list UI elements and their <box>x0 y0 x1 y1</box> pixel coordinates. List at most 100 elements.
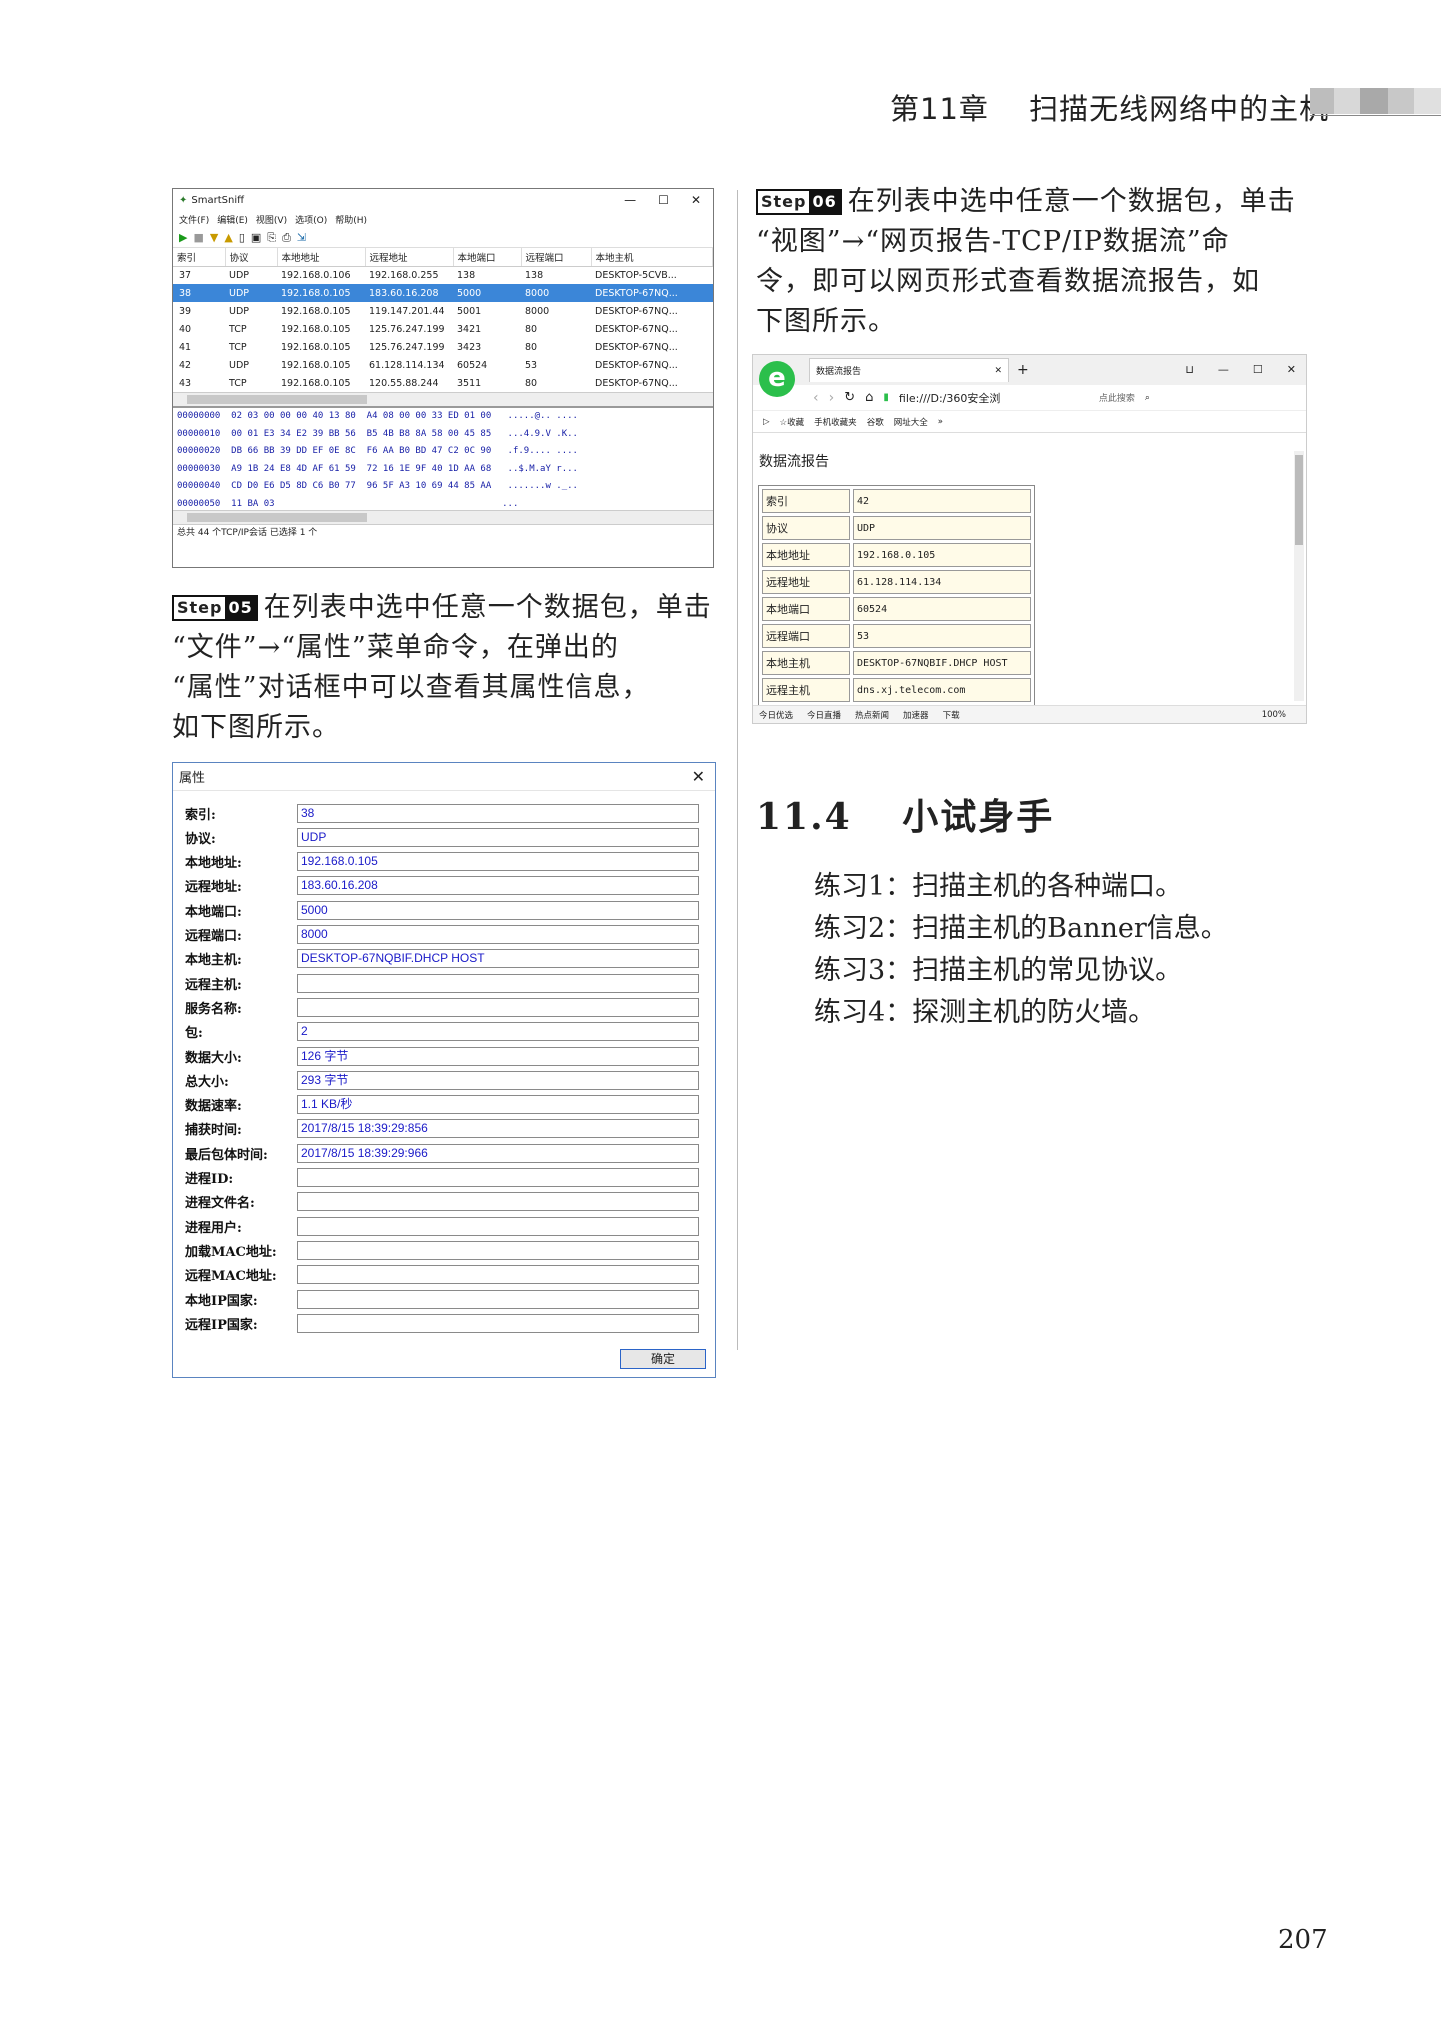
maximize-button[interactable]: ☐ <box>1253 363 1263 376</box>
horizontal-scrollbar[interactable] <box>173 392 713 406</box>
property-label: 本地端口: <box>185 904 242 920</box>
table-row[interactable]: 42 UDP 192.168.0.105 61.128.114.134 60524 53 D… <box>173 356 713 374</box>
report-row: 本地端口 60524 <box>762 597 1031 621</box>
property-value[interactable]: 1.1 KB/秒 <box>297 1095 699 1115</box>
favorites-more-icon[interactable]: » <box>938 417 943 427</box>
property-value[interactable]: 192.168.0.105 <box>297 852 699 872</box>
table-row[interactable]: 43 TCP 192.168.0.105 120.55.88.244 3511 80 DES… <box>173 374 713 392</box>
column-header[interactable]: 远程端口 <box>521 248 592 267</box>
minimize-button[interactable]: — <box>1218 363 1229 376</box>
table-row[interactable]: 41 TCP 192.168.0.105 125.76.247.199 3423 80 DE… <box>173 338 713 356</box>
search-icon[interactable]: ⌕ <box>1145 393 1150 403</box>
menu-edit[interactable]: 编辑(E) <box>217 213 248 226</box>
search-input[interactable]: 点此搜索 <box>1099 391 1135 404</box>
status-item[interactable]: 今日直播 <box>807 709 841 721</box>
new-icon[interactable]: ▯ <box>239 231 245 244</box>
vertical-scrollbar[interactable] <box>1294 451 1304 701</box>
table-row[interactable]: 39 UDP 192.168.0.105 119.147.201.44 5001 8000… <box>173 302 713 320</box>
report-row: 索引 42 <box>762 489 1031 513</box>
property-value[interactable]: 126 字节 <box>297 1046 699 1066</box>
properties-icon[interactable]: ⎙ <box>282 231 291 245</box>
stop-capture-icon[interactable]: ■ <box>193 231 203 244</box>
header-bar-segment <box>1360 88 1388 114</box>
column-header[interactable]: 本地地址 <box>277 248 366 267</box>
menu-file[interactable]: 文件(F) <box>179 213 209 226</box>
favorite-item[interactable]: 谷歌 <box>867 416 884 428</box>
zoom-level[interactable]: 100% <box>1262 710 1286 720</box>
property-value[interactable] <box>297 1192 699 1212</box>
new-tab-icon[interactable]: + <box>1017 362 1029 378</box>
scroll-thumb[interactable] <box>187 395 367 404</box>
column-header[interactable]: 本地主机 <box>591 248 713 267</box>
favorites-toggle-icon[interactable]: ▷ <box>763 417 770 427</box>
property-value[interactable] <box>297 1289 699 1309</box>
table-row[interactable]: 40 TCP 192.168.0.105 125.76.247.199 3421 80 DE… <box>173 320 713 338</box>
property-value[interactable] <box>297 1240 699 1260</box>
minimize-button[interactable]: — <box>624 193 636 207</box>
status-item[interactable]: 下载 <box>943 709 960 721</box>
reload-icon[interactable]: ↻ <box>844 390 855 405</box>
table-cell: DESKTOP-67NQ... <box>595 323 678 335</box>
maximize-button[interactable]: ☐ <box>658 193 669 207</box>
property-value[interactable] <box>297 973 699 993</box>
copy-icon[interactable]: ⎘ <box>267 231 276 245</box>
horizontal-scrollbar[interactable] <box>173 510 713 524</box>
status-item[interactable]: 加速器 <box>903 709 929 721</box>
favorite-item[interactable]: ☆收藏 <box>780 416 805 428</box>
smartsniff-titlebar: ✦ SmartSniff — ☐ ✕ <box>173 189 713 211</box>
column-header[interactable]: 本地端口 <box>453 248 522 267</box>
table-cell: DESKTOP-67NQ... <box>595 341 678 353</box>
property-value[interactable] <box>297 1216 699 1236</box>
export-icon[interactable]: ⇲ <box>297 231 306 244</box>
table-row[interactable]: 38 UDP 192.168.0.105 183.60.16.208 5000 8000 D… <box>173 284 713 302</box>
menu-options[interactable]: 选项(O) <box>295 213 327 226</box>
status-item[interactable]: 热点新闻 <box>855 709 889 721</box>
property-value[interactable]: 5000 <box>297 900 699 920</box>
ok-button[interactable]: 确定 <box>620 1349 706 1369</box>
scroll-thumb[interactable] <box>187 513 367 522</box>
property-value[interactable] <box>297 1313 699 1333</box>
save-icon[interactable]: ▣ <box>251 231 261 244</box>
table-row[interactable]: 37 UDP 192.168.0.106 192.168.0.255 138 138 DES… <box>173 266 713 284</box>
favorite-item[interactable]: 手机收藏夹 <box>814 416 857 428</box>
close-button[interactable]: ✕ <box>1287 363 1296 376</box>
property-value[interactable]: 2 <box>297 1022 699 1042</box>
property-value[interactable] <box>297 1168 699 1187</box>
tab-close-icon[interactable]: ✕ <box>994 366 1002 376</box>
table-cell: 192.168.0.105 <box>281 377 351 389</box>
report-value: 53 <box>853 624 1031 648</box>
property-value[interactable]: UDP <box>297 827 699 847</box>
favorite-item[interactable]: 网址大全 <box>894 416 928 428</box>
forward-icon[interactable]: › <box>829 390 835 406</box>
close-button[interactable]: ✕ <box>691 193 701 207</box>
back-icon[interactable]: ‹ <box>813 390 819 406</box>
scroll-thumb[interactable] <box>1295 455 1303 545</box>
column-header[interactable]: 协议 <box>225 248 278 267</box>
filter-up-icon[interactable]: ▲ <box>224 231 232 244</box>
property-value[interactable] <box>297 997 699 1017</box>
tab-report[interactable]: 数据流报告 ✕ <box>809 358 1009 382</box>
window-mode-icon[interactable]: ⊔ <box>1185 363 1194 376</box>
report-row: 本地地址 192.168.0.105 <box>762 543 1031 567</box>
table-cell: DESKTOP-67NQ... <box>595 377 678 389</box>
close-icon[interactable]: ✕ <box>692 767 705 786</box>
property-value[interactable]: 38 <box>297 803 699 823</box>
menu-help[interactable]: 帮助(H) <box>335 213 367 226</box>
menu-view[interactable]: 视图(V) <box>256 213 287 226</box>
start-capture-icon[interactable]: ▶ <box>179 231 187 244</box>
column-header[interactable]: 索引 <box>173 248 226 267</box>
property-value[interactable]: 2017/8/15 18:39:29:966 <box>297 1143 699 1163</box>
status-item[interactable]: 今日优选 <box>759 709 793 721</box>
property-label: 远程MAC地址: <box>185 1269 277 1285</box>
property-value[interactable]: 293 字节 <box>297 1070 699 1090</box>
filter-down-icon[interactable]: ▼ <box>210 231 218 244</box>
home-icon[interactable]: ⌂ <box>865 390 873 405</box>
url-input[interactable]: file:///D:/360安全浏 <box>899 390 1049 406</box>
property-value[interactable] <box>297 1265 699 1285</box>
report-row: 远程端口 53 <box>762 624 1031 648</box>
property-value[interactable]: DESKTOP-67NQBIF.DHCP HOST <box>297 949 699 969</box>
property-value[interactable]: 183.60.16.208 <box>297 876 699 896</box>
property-value[interactable]: 8000 <box>297 925 699 944</box>
column-header[interactable]: 远程地址 <box>365 248 454 267</box>
property-value[interactable]: 2017/8/15 18:39:29:856 <box>297 1119 699 1139</box>
